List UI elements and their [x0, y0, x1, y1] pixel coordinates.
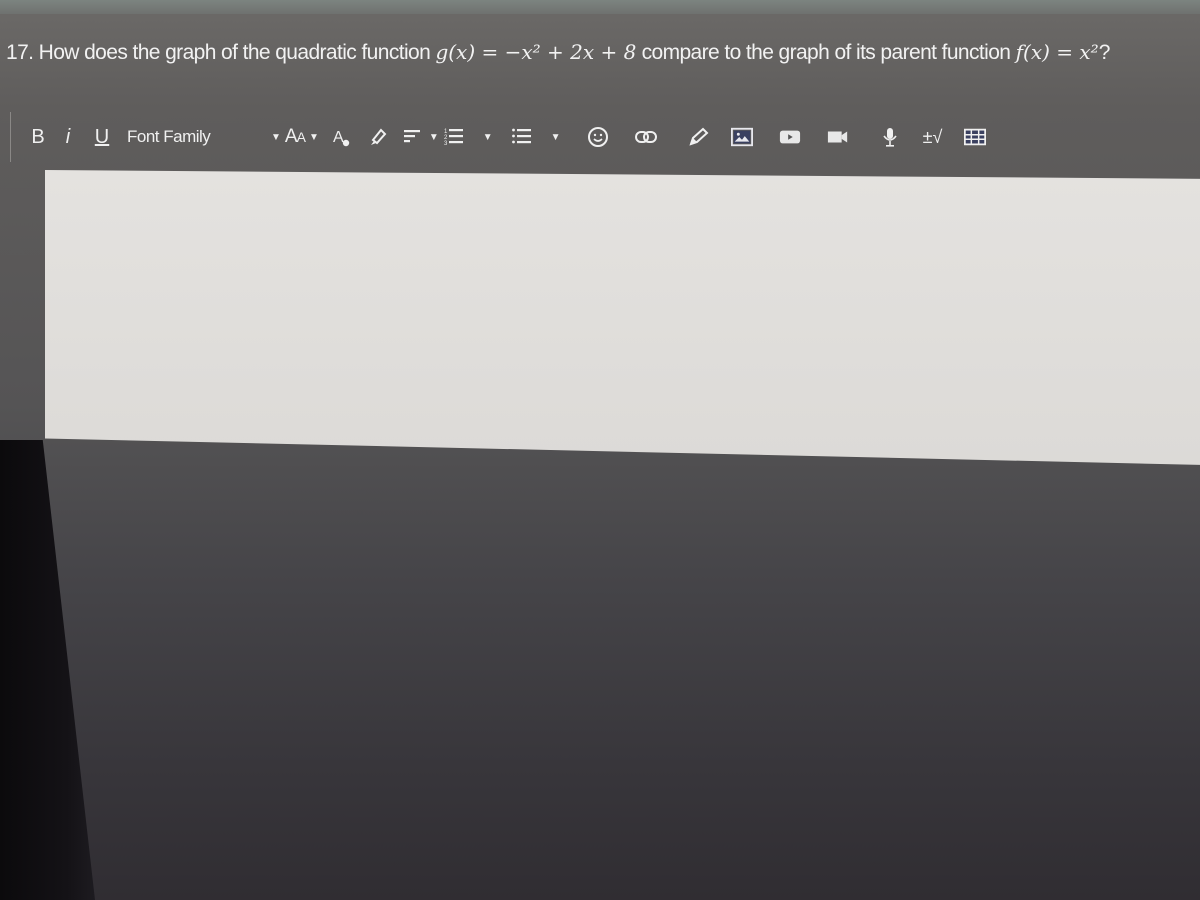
unordered-list-icon	[511, 128, 531, 144]
play-icon	[779, 130, 800, 144]
chevron-down-icon[interactable]: ▼	[429, 124, 439, 150]
font-size-dropdown[interactable]: AA	[284, 124, 306, 150]
numbered-list-dropdown[interactable]: 123	[443, 124, 465, 150]
image-button[interactable]	[730, 124, 753, 150]
font-family-dropdown[interactable]: Font Family	[127, 124, 267, 150]
draw-button[interactable]	[687, 124, 709, 150]
youtube-button[interactable]	[779, 124, 801, 150]
link-button[interactable]	[634, 124, 657, 150]
question-prompt-middle: compare to the graph of its parent funct…	[641, 41, 1011, 64]
font-size-small-a: A	[296, 129, 306, 145]
chevron-down-icon[interactable]: ▼	[483, 124, 493, 150]
monitor-bezel	[0, 440, 95, 900]
table-button[interactable]	[964, 124, 987, 150]
answer-input[interactable]	[45, 170, 1200, 465]
question-number: 17.	[6, 41, 34, 64]
pencil-icon	[688, 127, 709, 146]
chevron-down-icon[interactable]: ▼	[271, 124, 281, 150]
bullet-list-dropdown[interactable]	[511, 124, 533, 150]
f-function-formula: f(x) = x²	[1015, 40, 1099, 64]
question-text: 17. How does the graph of the quadratic …	[6, 40, 1196, 65]
math-button[interactable]: ±√	[923, 124, 943, 150]
audio-button[interactable]	[879, 124, 901, 150]
italic-button[interactable]: i	[63, 124, 73, 150]
screen-top-edge	[0, 0, 1200, 14]
emoji-button[interactable]	[587, 124, 609, 150]
underline-button[interactable]: U	[95, 124, 109, 150]
chevron-down-icon[interactable]: ▼	[309, 124, 319, 150]
question-mark: ?	[1098, 41, 1111, 64]
smiley-icon	[587, 127, 608, 147]
video-button[interactable]	[827, 124, 849, 150]
svg-text:3: 3	[444, 141, 448, 147]
video-camera-icon	[827, 131, 847, 143]
bold-button[interactable]: B	[31, 124, 45, 150]
ordered-list-icon: 123	[444, 129, 463, 147]
microphone-icon	[882, 128, 897, 147]
font-size-large-a: A	[284, 126, 298, 147]
answer-editor[interactable]	[45, 170, 1200, 465]
highlighter-icon	[370, 128, 387, 145]
align-left-icon	[403, 130, 420, 143]
chevron-down-icon[interactable]: ▼	[551, 124, 561, 150]
text-color-button[interactable]: A	[331, 124, 353, 150]
align-dropdown[interactable]	[403, 124, 425, 150]
question-prompt-start: How does the graph of the quadratic func…	[38, 41, 431, 64]
svg-text:A: A	[333, 129, 344, 146]
highlight-button[interactable]	[367, 124, 389, 150]
table-icon	[964, 128, 987, 146]
image-icon	[730, 127, 753, 147]
g-function-formula: g(x) = −x² + 2x + 8	[435, 40, 637, 64]
editor-toolbar: B i U Font Family ▼ AA ▼ A ▼ 123 ▼ ▼ ±√	[10, 112, 1200, 162]
text-color-icon: A	[333, 129, 350, 147]
link-icon	[634, 131, 657, 143]
